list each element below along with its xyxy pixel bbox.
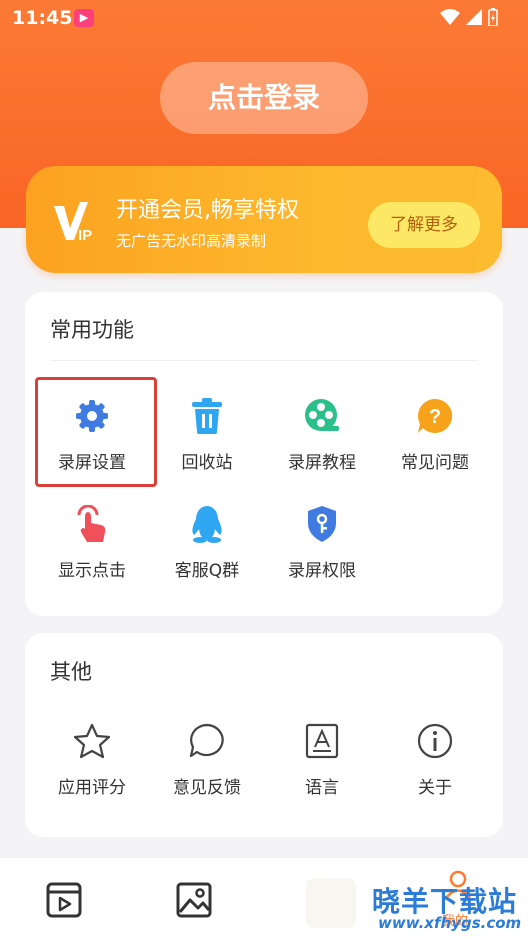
grid-item-label: 显示点击 xyxy=(58,561,126,581)
grid-item-feedback[interactable]: 意见反馈 xyxy=(150,709,264,809)
login-button[interactable]: 点击登录 xyxy=(160,62,368,134)
svg-text:?: ? xyxy=(429,406,441,428)
grid-item-label: 录屏教程 xyxy=(288,453,356,473)
wifi-icon xyxy=(440,9,460,25)
image-tab-icon xyxy=(176,882,212,918)
status-bar: 11:45 ▶ xyxy=(0,0,528,36)
qq-penguin-icon xyxy=(192,506,222,543)
tab-videos[interactable] xyxy=(44,880,84,920)
grid-item-qq-group[interactable]: 客服Q群 xyxy=(150,492,264,592)
grid-item-label: 应用评分 xyxy=(58,778,126,798)
grid-item-language[interactable]: 语言 xyxy=(265,709,379,809)
common-functions-panel: 常用功能 录屏设置 回收站 录屏教程 ? 常见问题 显示点击 客服Q群 录屏权限 xyxy=(25,292,503,616)
grid-item-show-clicks[interactable]: 显示点击 xyxy=(35,492,149,592)
grid-item-label: 关于 xyxy=(418,778,452,798)
watermark-sheep-icon xyxy=(306,878,356,928)
section-title: 其他 xyxy=(50,660,92,684)
signal-icon xyxy=(466,9,482,25)
status-time: 11:45 xyxy=(12,7,73,29)
grid-item-record-permission[interactable]: 录屏权限 xyxy=(265,492,379,592)
grid-item-record-tutorial[interactable]: 录屏教程 xyxy=(265,384,379,484)
grid-item-record-settings[interactable]: 录屏设置 xyxy=(35,384,149,484)
system-icons xyxy=(440,8,498,26)
grid-item-label: 常见问题 xyxy=(401,453,469,473)
video-tab-icon xyxy=(46,882,82,918)
battery-icon xyxy=(488,8,498,26)
grid-item-label: 录屏权限 xyxy=(288,561,356,581)
grid-item-recycle-bin[interactable]: 回收站 xyxy=(150,384,264,484)
chat-bubble-icon xyxy=(189,723,224,758)
gear-icon xyxy=(76,400,108,432)
app-notification-icon: ▶ xyxy=(74,9,94,27)
info-icon xyxy=(417,723,453,759)
grid-item-label: 录屏设置 xyxy=(58,453,126,473)
vip-subtitle: 无广告无水印高清录制 xyxy=(116,232,267,250)
vip-card[interactable]: IP 开通会员,畅享特权 无广告无水印高清录制 了解更多 xyxy=(26,166,502,273)
grid-item-label: 意见反馈 xyxy=(173,778,241,798)
svg-text:IP: IP xyxy=(78,227,92,244)
grid-item-label: 客服Q群 xyxy=(174,561,240,581)
key-shield-icon xyxy=(308,506,336,542)
tap-hand-icon xyxy=(77,505,106,542)
vip-logo-icon: IP xyxy=(54,202,92,244)
star-icon xyxy=(73,723,111,759)
grid-item-label: 回收站 xyxy=(181,453,233,473)
language-icon xyxy=(305,723,339,759)
grid-item-rate-app[interactable]: 应用评分 xyxy=(35,709,149,809)
divider xyxy=(50,360,478,361)
tab-images[interactable] xyxy=(174,880,214,920)
trash-icon xyxy=(192,398,222,434)
vip-title: 开通会员,畅享特权 xyxy=(116,198,299,223)
section-title: 常用功能 xyxy=(50,318,134,342)
others-panel: 其他 应用评分 意见反馈 语言 关于 xyxy=(25,633,503,837)
learn-more-button[interactable]: 了解更多 xyxy=(368,202,480,248)
film-reel-icon xyxy=(305,399,339,431)
grid-item-label: 语言 xyxy=(305,778,339,798)
question-bubble-icon: ? xyxy=(418,398,453,433)
grid-item-faq[interactable]: ? 常见问题 xyxy=(378,384,492,484)
watermark-url: www.xfhygs.com xyxy=(378,914,522,932)
grid-item-about[interactable]: 关于 xyxy=(378,709,492,809)
